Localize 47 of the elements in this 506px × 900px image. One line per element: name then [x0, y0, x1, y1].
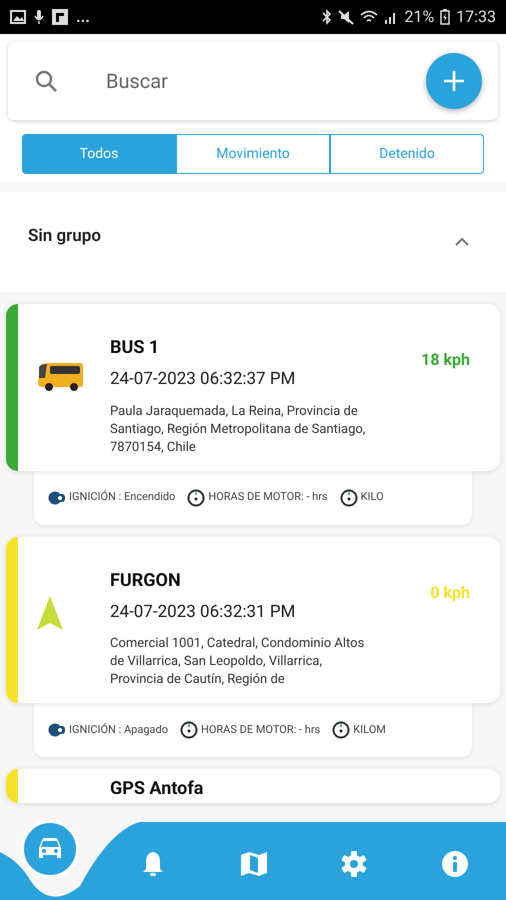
battery-percent: 21% [404, 6, 434, 28]
wifi-icon [360, 10, 378, 24]
vehicle-card[interactable]: BUS 1 24-07-2023 06:32:37 PM Paula Jaraquemada, La Reina, Provincia de Santiago, Región Metropolitana de Santiago, 7870154, Chile 18 kph [6, 304, 500, 470]
vehicle-card[interactable]: FURGON 24-07-2023 06:32:31 PM Comercial 1001, Catedral, Condominio Altos de Villarrica, San Leopoldo, Villarrica, Provincia de Cautín, Región de 0 kph [6, 536, 500, 703]
arrow-icon [36, 594, 64, 630]
vehicle-address: Comercial 1001, Catedral, Condominio Altos de Villarrica, San Leopoldo, Villarrica, Provincia de Cautín, Región de [110, 635, 366, 689]
gauge-icon [187, 488, 206, 506]
gauge-icon [340, 488, 358, 506]
vehicle-name: GPS Antofa [110, 777, 204, 801]
plus-icon [443, 70, 465, 92]
vehicle-timestamp: 24-07-2023 06:32:31 PM [110, 600, 296, 624]
gear-icon [340, 850, 368, 878]
vehicle-name: BUS 1 [110, 336, 160, 360]
gauge-icon [332, 721, 350, 739]
mute-icon [338, 9, 354, 25]
search-bar[interactable]: Buscar [8, 42, 498, 120]
group-header[interactable]: Sin grupo [0, 192, 506, 292]
key-icon [48, 490, 66, 506]
gauge-icon [180, 721, 198, 739]
detail-label: HORAS DE MOTOR: - hrs [208, 489, 328, 506]
bell-icon [141, 850, 165, 878]
search-field[interactable]: Buscar [106, 66, 426, 96]
detail-label: IGNICIÓN : Apagado [69, 722, 168, 738]
map-icon [240, 850, 268, 878]
group-title: Sin grupo [28, 225, 101, 248]
detail-label: HORAS DE MOTOR: - hrs [200, 722, 320, 738]
image-icon [10, 10, 26, 24]
speed-reading: 0 kph [430, 582, 470, 604]
vehicle-timestamp: 24-07-2023 06:32:37 PM [110, 368, 296, 391]
bus-icon [36, 362, 84, 392]
detail-label: KILOM [353, 722, 386, 738]
microphone-icon [34, 9, 44, 25]
vehicle-card[interactable]: GPS Antofa [6, 769, 500, 803]
clock: 17:33 [456, 6, 496, 28]
more-notifications: ... [76, 6, 90, 28]
battery-icon [440, 9, 450, 25]
speed-reading: 18 kph [421, 349, 470, 371]
detail-label: KILO [360, 489, 384, 506]
vehicle-address: Paula Jaraquemada, La Reina, Provincia de Santiago, Región Metropolitana de Santiago, 7870154, Chile [110, 402, 366, 456]
bluetooth-icon [322, 9, 332, 25]
add-button[interactable] [426, 53, 482, 109]
vehicle-name: FURGON [110, 568, 182, 592]
detail-label: IGNICIÓN : Encendido [69, 489, 176, 506]
info-icon [441, 850, 469, 878]
key-icon [48, 722, 66, 738]
square-icon [52, 9, 68, 25]
search-icon [34, 69, 58, 93]
